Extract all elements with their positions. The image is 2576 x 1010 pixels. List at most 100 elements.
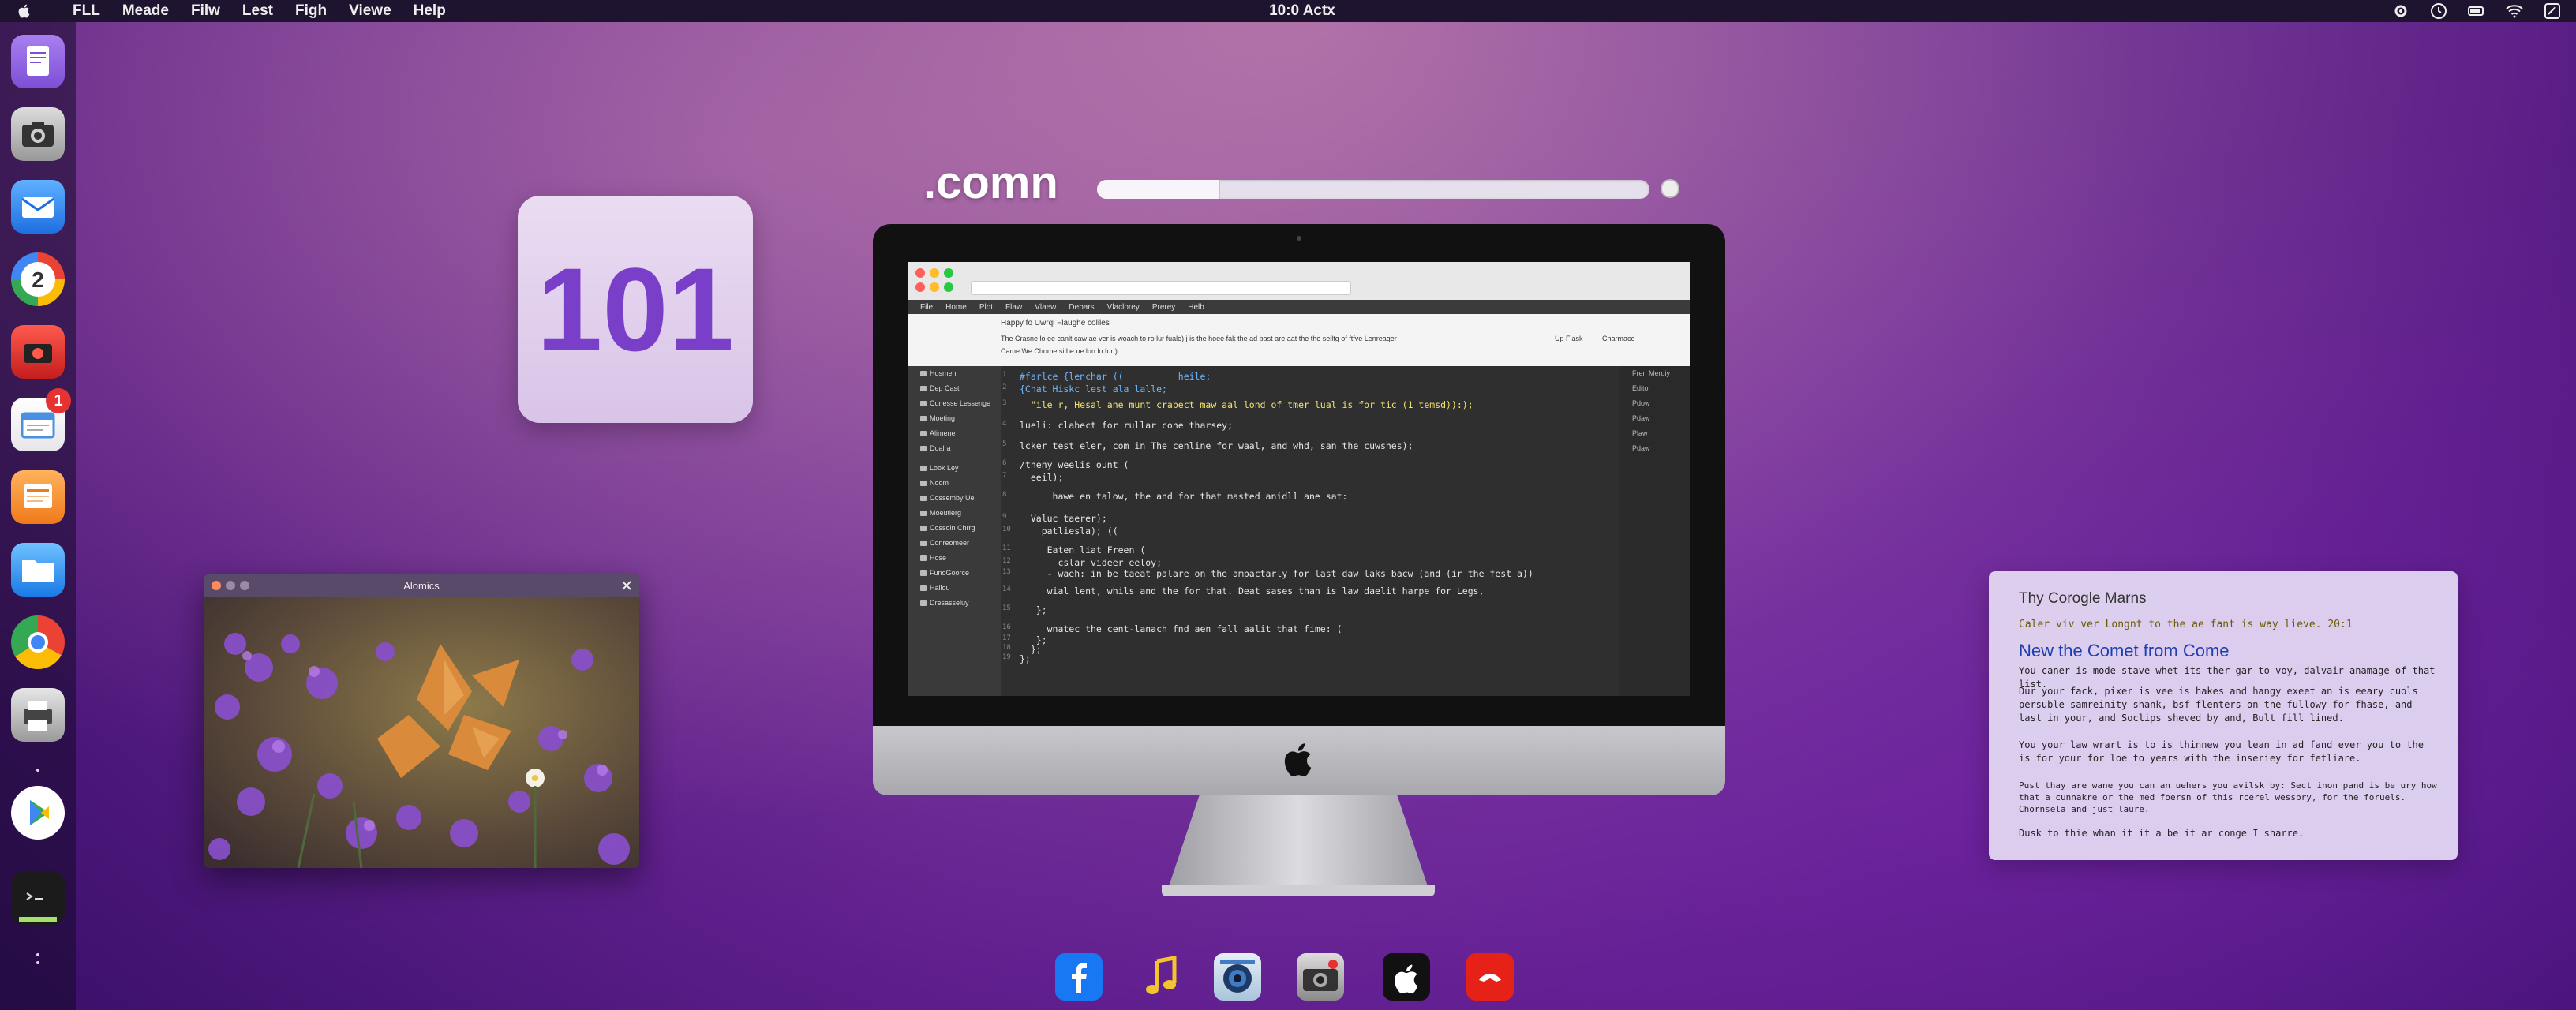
inner-menu-item[interactable]: Vlaew bbox=[1035, 303, 1056, 312]
inner-menu-bar: File Home Plot Flaw Vlaew Debars Vlaclor… bbox=[908, 300, 1690, 314]
clock-icon[interactable] bbox=[2429, 2, 2448, 21]
printer-icon[interactable] bbox=[11, 688, 65, 742]
line-number: 16 bbox=[1002, 623, 1011, 631]
camera-icon[interactable] bbox=[11, 107, 65, 161]
line-number: 5 bbox=[1002, 440, 1007, 448]
right-panel-item[interactable]: Pdow bbox=[1626, 396, 1690, 411]
code-line: {Chat Hiskc lest ala lalle; bbox=[1020, 383, 1167, 395]
notes-heading: New the Comet from Come bbox=[2019, 641, 2230, 660]
gear-icon[interactable] bbox=[2391, 2, 2410, 21]
sidebar-item[interactable]: Hosmen bbox=[908, 366, 1001, 381]
notes-icon[interactable] bbox=[11, 35, 65, 88]
line-number: 13 bbox=[1002, 568, 1011, 576]
sidebar-item[interactable]: Noom bbox=[908, 476, 1001, 491]
menu-item-1[interactable]: Meade bbox=[122, 2, 169, 20]
inner-menu-item[interactable]: Vlaclorey bbox=[1107, 303, 1140, 312]
files-icon[interactable] bbox=[11, 543, 65, 597]
photo-booth-icon[interactable] bbox=[11, 325, 65, 379]
photo-window-title: Alomics bbox=[403, 580, 440, 592]
code-line: - waeh: in be taeat palare on the ampact… bbox=[1020, 568, 1533, 579]
right-panel-item[interactable]: Edito bbox=[1626, 381, 1690, 396]
sidebar-item[interactable]: Alimene bbox=[908, 426, 1001, 441]
minimize-dot-icon[interactable] bbox=[930, 268, 939, 278]
control-center-icon[interactable] bbox=[2543, 2, 2562, 21]
inner-menu-item[interactable]: Helb bbox=[1188, 303, 1204, 312]
inner-menu-item[interactable]: Plot bbox=[979, 303, 993, 312]
camera-icon[interactable] bbox=[1297, 953, 1344, 1001]
wifi-icon[interactable] bbox=[2505, 2, 2524, 21]
close-dot-icon[interactable] bbox=[915, 268, 925, 278]
line-number: 15 bbox=[1002, 604, 1011, 612]
sidebar-item[interactable]: Cossoln Chrrg bbox=[908, 521, 1001, 536]
calendar-icon[interactable]: 2 bbox=[11, 252, 65, 306]
notes-paragraph: Dusk to thie whan it it a be it ar conge… bbox=[2019, 828, 2305, 839]
inner-menu-item[interactable]: Home bbox=[945, 303, 967, 312]
sidebar-item[interactable]: Moeting bbox=[908, 411, 1001, 426]
close-icon[interactable] bbox=[622, 581, 631, 590]
menu-item-2[interactable]: Filw bbox=[191, 2, 220, 20]
inner-menu-item[interactable]: Flaw bbox=[1005, 303, 1022, 312]
toolbar-button[interactable]: Up Flask bbox=[1555, 335, 1583, 342]
photo-title-bar[interactable]: Alomics bbox=[204, 574, 639, 597]
right-panel-item[interactable]: Pdaw bbox=[1626, 411, 1690, 426]
code-line: wial lent, whils and the for that. Deat … bbox=[1020, 585, 1485, 597]
photo-viewer-window[interactable]: Alomics bbox=[204, 574, 639, 868]
sidebar-item[interactable]: FunoGoorce bbox=[908, 566, 1001, 581]
apple-logo-icon[interactable] bbox=[16, 2, 33, 20]
battery-icon[interactable] bbox=[2467, 2, 2486, 21]
line-number: 2 bbox=[1002, 383, 1007, 391]
right-panel-item[interactable]: Plaw bbox=[1626, 426, 1690, 441]
right-panel-item[interactable]: Fren Merdiy bbox=[1626, 366, 1690, 381]
menu-item-4[interactable]: Figh bbox=[295, 2, 327, 20]
slides-icon[interactable] bbox=[11, 470, 65, 524]
progress-end-button[interactable] bbox=[1661, 179, 1679, 198]
music-icon[interactable] bbox=[1138, 953, 1185, 1001]
youtube-icon[interactable] bbox=[1466, 953, 1514, 1001]
inner-menu-item[interactable]: Debars bbox=[1069, 303, 1094, 312]
menu-app-name[interactable]: FLL bbox=[73, 2, 100, 20]
play-store-icon[interactable] bbox=[11, 786, 65, 840]
code-editor-screen: File Home Plot Flaw Vlaew Debars Vlaclor… bbox=[908, 262, 1690, 696]
sidebar-item[interactable]: Cossemby Ue bbox=[908, 491, 1001, 506]
menu-item-help[interactable]: Help bbox=[414, 2, 446, 20]
menu-item-3[interactable]: Lest bbox=[242, 2, 273, 20]
line-number: 8 bbox=[1002, 491, 1007, 499]
close-dot-icon[interactable] bbox=[915, 282, 925, 292]
code-line: Eaten liat Freen ( bbox=[1020, 544, 1146, 556]
line-number: 9 bbox=[1002, 513, 1007, 521]
notes-panel[interactable]: Thy Corogle Marns Caler viv ver Longnt t… bbox=[1989, 571, 2458, 860]
sidebar-item[interactable]: Doalra bbox=[908, 441, 1001, 456]
apple-icon[interactable] bbox=[1383, 953, 1430, 1001]
toolbar-button[interactable]: Charmace bbox=[1602, 335, 1635, 342]
inner-menu-item[interactable]: Prerey bbox=[1152, 303, 1175, 312]
maximize-dot-icon[interactable] bbox=[944, 268, 953, 278]
inner-menu-item[interactable]: File bbox=[920, 303, 933, 312]
notes-title: Thy Corogle Marns bbox=[2019, 590, 2147, 607]
minimize-dot-icon[interactable] bbox=[930, 282, 939, 292]
sidebar-item[interactable]: Hallou bbox=[908, 581, 1001, 596]
sidebar-item[interactable]: Dresasseluy bbox=[908, 596, 1001, 611]
sidebar-item[interactable]: Hose bbox=[908, 551, 1001, 566]
number-widget[interactable]: 101 bbox=[518, 196, 753, 423]
progress-bar[interactable] bbox=[1097, 180, 1649, 199]
sidebar-item[interactable]: Look Ley bbox=[908, 461, 1001, 476]
code-line: }; bbox=[1020, 604, 1047, 615]
notes-subtitle: Caler viv ver Longnt to the ae fant is w… bbox=[2019, 619, 2353, 630]
line-number: 11 bbox=[1002, 544, 1011, 552]
status-area bbox=[2391, 2, 2562, 21]
sidebar-item[interactable]: Moeutlerg bbox=[908, 506, 1001, 521]
maximize-dot-icon[interactable] bbox=[944, 282, 953, 292]
mail-icon[interactable] bbox=[11, 180, 65, 234]
sidebar-item[interactable]: Conreomeer bbox=[908, 536, 1001, 551]
terminal-icon[interactable] bbox=[11, 871, 65, 925]
sidebar-item[interactable]: Conesse Lessenge bbox=[908, 396, 1001, 411]
right-panel-item[interactable]: Pdaw bbox=[1626, 441, 1690, 456]
camera-lens-icon[interactable] bbox=[1214, 953, 1261, 1001]
facebook-icon[interactable] bbox=[1055, 953, 1103, 1001]
sidebar-item[interactable]: Dep Cast bbox=[908, 381, 1001, 396]
inner-address-bar[interactable] bbox=[971, 281, 1351, 295]
code-area[interactable]: 1 #farlce {lenchar (( heile; 2 {Chat Hiskc … bbox=[1001, 366, 1619, 696]
chrome-icon[interactable] bbox=[11, 615, 65, 669]
line-number: 6 bbox=[1002, 459, 1007, 467]
menu-item-5[interactable]: Viewe bbox=[349, 2, 391, 20]
